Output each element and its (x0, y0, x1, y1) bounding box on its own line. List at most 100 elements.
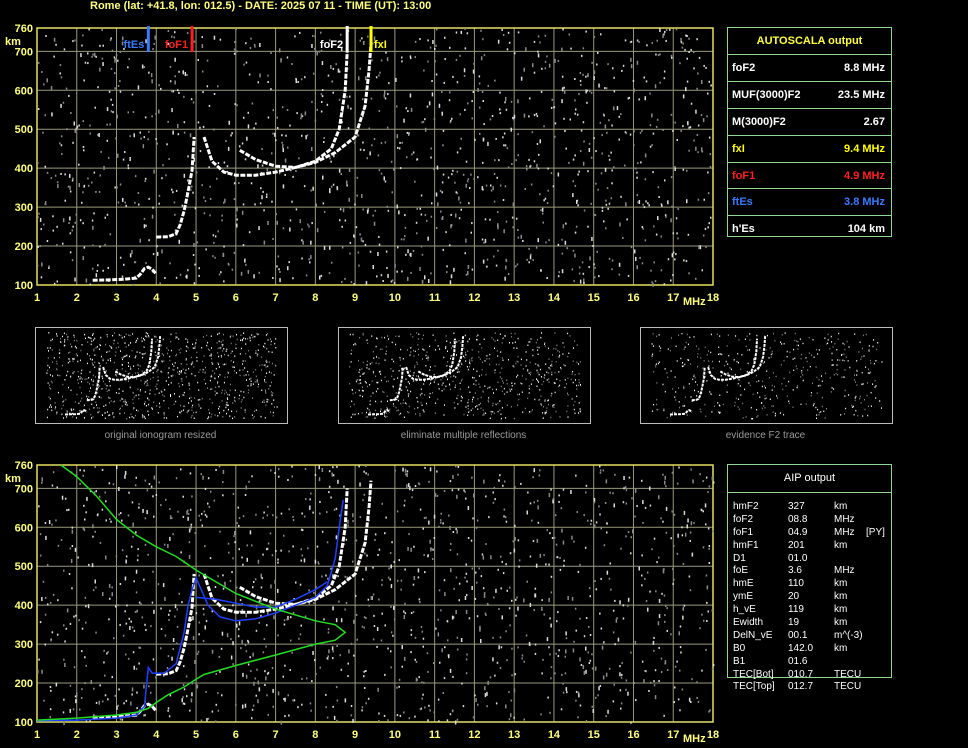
x-tick-label: 8 (312, 729, 318, 741)
x-tick-label: 17 (667, 292, 679, 304)
x-tick-label: 11 (429, 292, 441, 304)
aip-unit: TECU (834, 681, 862, 693)
autoscala-panel: AUTOSCALA output foF2 8.8 MHz MUF(3000)F2 2… (727, 27, 892, 237)
aip-row: DelN_vE 00.1 m^(-3) (733, 630, 903, 643)
aip-row: B1 01.6 (733, 656, 903, 669)
y-tick-label: 400 (15, 600, 33, 612)
aip-label: DelN_vE (733, 629, 773, 641)
y-tick-label: 760 (15, 23, 33, 35)
x-tick-label: 9 (352, 729, 358, 741)
x-tick-label: 11 (429, 729, 441, 741)
y-tick-label: 300 (15, 202, 33, 214)
autoscala-value: 3.8 MHz (844, 196, 885, 209)
aip-panel: AIP output hmF2 327 km foF2 08.8 MHz foF1 04.9 M… (727, 464, 892, 692)
aip-unit: km (834, 539, 848, 551)
x-tick-label: 14 (548, 729, 561, 741)
aip-unit: km (834, 578, 848, 590)
marker-label: ftEs (124, 39, 145, 51)
x-tick-label: 12 (468, 729, 480, 741)
aip-value: 110 (788, 578, 804, 590)
x-axis-label: MHz (683, 296, 706, 308)
aip-row: hmF1 201 km (733, 540, 903, 553)
autoscala-value: 104 km (847, 223, 885, 236)
aip-label: foE (733, 565, 749, 577)
aip-row: h_vE 119 km (733, 604, 903, 617)
aip-row: TEC[Bot] 010.7 TECU (733, 669, 903, 682)
x-tick-label: 16 (627, 729, 639, 741)
autoscala-row: foF1 4.9 MHz (728, 163, 891, 190)
aip-value: 00.1 (788, 629, 808, 641)
autoscala-row: MUF(3000)F2 23.5 MHz (728, 82, 891, 109)
x-tick-label: 7 (273, 729, 279, 741)
aip-label: h_vE (733, 604, 756, 616)
trace-series (156, 573, 196, 676)
autoscala-label: foF1 (732, 169, 756, 182)
y-tick-label: 700 (15, 483, 33, 495)
thumbnail-trace (691, 367, 706, 402)
aip-value: 142.0 (788, 642, 814, 654)
x-tick-label: 6 (233, 729, 239, 741)
aip-value: 327 (788, 501, 805, 512)
thumbnail-trace (707, 338, 758, 381)
x-tick-label: 10 (389, 292, 401, 304)
autoscala-row: foF2 8.8 MHz (728, 55, 891, 82)
aip-label: foF1 (733, 526, 754, 538)
ionogram-plot-bottom: 1 2 3 4 5 6 7 8 9 10 11 12 13 14 15 16 17 18MHz1002003004… (5, 460, 719, 745)
y-tick-label: 760 (15, 460, 33, 472)
y-tick-label: 600 (15, 522, 33, 534)
thumbnail-trace (114, 336, 162, 379)
aip-label: D1 (733, 552, 746, 564)
x-tick-label: 15 (588, 292, 600, 304)
aip-row: Ewidth 19 km (733, 617, 903, 630)
autoscala-value: 4.9 MHz (844, 169, 885, 182)
aip-row: ymE 20 km (733, 591, 903, 604)
marker-label: foF2 (320, 39, 343, 51)
aip-label: hmF1 (733, 539, 759, 551)
x-tick-label: 8 (312, 292, 318, 304)
y-axis-label: km (5, 473, 21, 485)
autoscala-label: M(3000)F2 (732, 115, 786, 128)
aip-row: D1 01.0 (733, 553, 903, 566)
ionogram-plot-top: 1 2 3 4 5 6 7 8 9 10 11 12 13 14 15 16 17 18MHz1002003004… (5, 23, 719, 308)
autoscala-value: 8.8 MHz (844, 62, 885, 74)
aip-row: foF2 08.8 MHz (733, 514, 903, 527)
y-tick-label: 400 (15, 163, 33, 175)
trace-series (156, 136, 196, 239)
aip-label: TEC[Top] (733, 681, 775, 693)
aip-value: 01.6 (788, 655, 808, 667)
y-tick-label: 600 (15, 85, 33, 97)
autoscala-label: ftEs (732, 196, 753, 209)
aip-unit: km (834, 604, 848, 616)
aip-row: hmF2 327 km (733, 501, 903, 514)
autoscala-label: foF2 (732, 62, 756, 74)
aip-label: TEC[Bot] (733, 668, 774, 680)
aip-row: foE 3.6 MHz (733, 565, 903, 578)
y-tick-label: 500 (15, 124, 33, 136)
aip-label: hmE (733, 578, 754, 590)
aip-note: [PY] (866, 526, 885, 538)
x-tick-label: 3 (113, 292, 119, 304)
x-tick-label: 5 (193, 292, 199, 304)
trace-series (92, 265, 158, 282)
thumbnail-original (35, 327, 288, 424)
x-tick-label: 12 (468, 292, 480, 304)
aip-value: 012.7 (788, 681, 814, 693)
aip-unit: MHz (834, 565, 855, 577)
thumbnail-no-multiples (338, 327, 591, 424)
aip-label: foF2 (733, 513, 754, 525)
y-tick-label: 200 (15, 241, 33, 253)
x-tick-label: 13 (508, 729, 520, 741)
autoscala-value: 9.4 MHz (844, 142, 885, 155)
thumbnail-caption: eliminate multiple reflections (400, 430, 527, 441)
aip-value: 3.6 (788, 565, 802, 577)
x-tick-label: 10 (389, 729, 401, 741)
autoscala-value: 23.5 MHz (837, 88, 885, 101)
aip-value: 19 (788, 617, 800, 629)
x-tick-label: 4 (153, 292, 160, 304)
autoscala-row: M(3000)F2 2.67 (728, 109, 891, 136)
thumbnail-trace (405, 338, 456, 381)
aip-value: 119 (788, 604, 804, 616)
marker-label: fxI (374, 39, 387, 51)
aip-unit: km (834, 591, 848, 603)
autoscala-label: fxI (732, 142, 745, 155)
